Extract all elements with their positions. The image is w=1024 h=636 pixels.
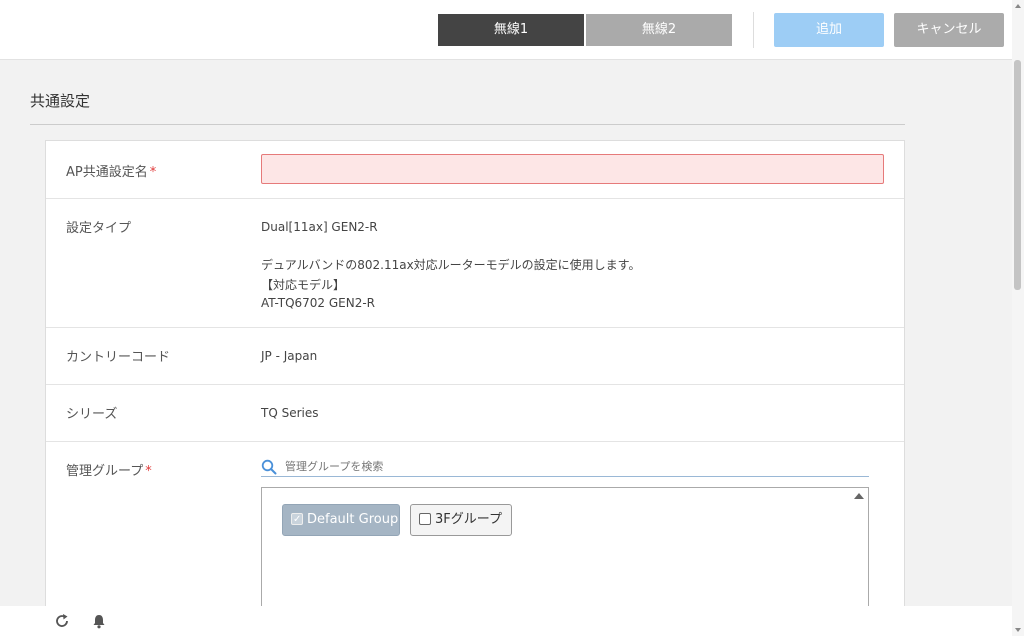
add-button[interactable]: 追加 [774,13,884,47]
group-search [261,458,869,477]
row-config-type: 設定タイプ Dual[11ax] GEN2-R デュアルバンドの802.11ax… [46,199,904,328]
section-title: 共通設定 [30,92,91,110]
checkbox-icon [419,513,431,525]
bell-icon[interactable] [91,613,107,629]
group-list[interactable]: Default Group 3Fグループ [261,487,869,617]
config-type-description: デュアルバンドの802.11ax対応ルーターモデルの設定に使用します。 [261,258,641,272]
supported-models: AT-TQ6702 GEN2-R [261,296,376,310]
settings-panel: AP共通設定名 * 設定タイプ Dual[11ax] GEN2-R デュアルバンド… [45,140,905,620]
search-icon [261,459,277,475]
group-chip-default[interactable]: Default Group [282,504,400,536]
refresh-icon[interactable] [54,613,70,629]
ap-name-label: AP共通設定名 * [66,165,157,180]
row-country-code: カントリーコード JP - Japan [46,328,904,385]
series-label: シリーズ [66,407,118,422]
config-type-label: 設定タイプ [66,221,132,236]
scroll-down-arrow-icon[interactable] [1015,628,1021,632]
row-ap-name: AP共通設定名 * [46,141,904,199]
row-series: シリーズ TQ Series [46,385,904,442]
supported-models-header: 【対応モデル】 [261,278,346,292]
group-chip-label: Default Group [307,512,399,527]
toolbar-divider [753,12,754,48]
required-mark: * [149,165,157,180]
footer-bar [0,606,1012,636]
management-group-label: 管理グループ * [66,464,152,479]
ap-name-input[interactable] [261,154,884,184]
scrollbar-thumb[interactable] [1014,60,1021,290]
group-chip-3f[interactable]: 3Fグループ [410,504,512,536]
country-code-value: JP - Japan [261,349,318,363]
page-scrollbar[interactable] [1012,0,1024,636]
required-mark: * [145,464,152,479]
group-chip-label: 3Fグループ [435,512,502,527]
row-management-group: 管理グループ* Default Group 3Fグループ [46,442,904,622]
top-bar: 無線1 無線2 追加 キャンセル [0,0,1024,60]
series-value: TQ Series [261,406,319,420]
checkbox-checked-icon [291,505,303,535]
scroll-up-icon[interactable] [854,493,864,499]
tab-wireless-2[interactable]: 無線2 [586,14,732,46]
tab-wireless-1[interactable]: 無線1 [438,14,584,46]
section-divider [30,124,905,125]
country-code-label: カントリーコード [66,350,171,365]
cancel-button[interactable]: キャンセル [894,13,1004,47]
group-search-input[interactable] [285,458,865,475]
config-type-value: Dual[11ax] GEN2-R [261,220,378,234]
scroll-up-arrow-icon[interactable] [1015,4,1021,8]
